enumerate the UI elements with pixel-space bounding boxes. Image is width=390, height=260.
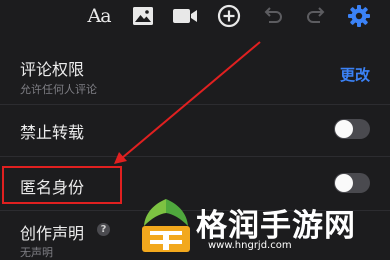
watermark-url: www.hngrjd.com xyxy=(208,240,292,251)
watermark-logo-icon xyxy=(142,199,190,252)
watermark-text: 格润手游网 xyxy=(196,208,356,244)
watermark: 格润手游网 www.hngrjd.com xyxy=(136,196,388,258)
